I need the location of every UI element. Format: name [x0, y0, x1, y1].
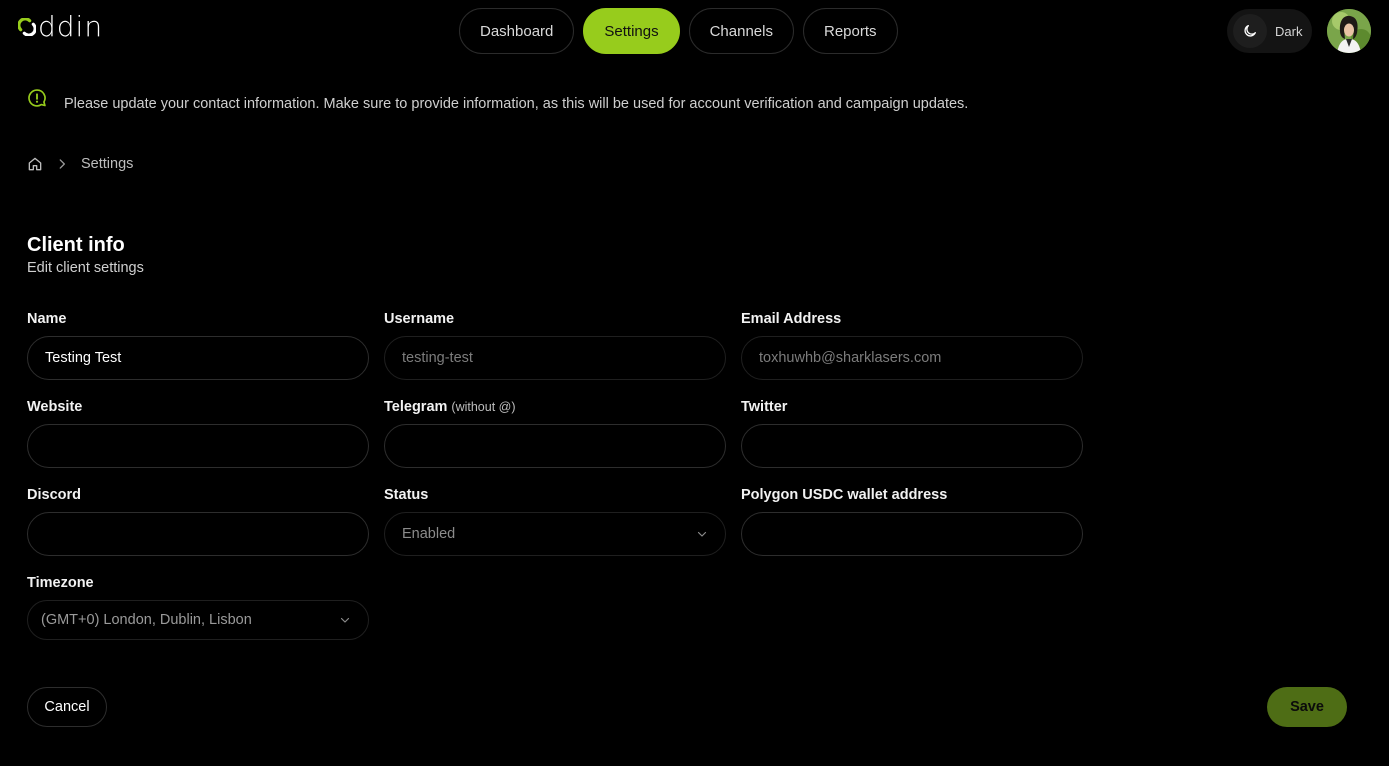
- website-input[interactable]: [27, 424, 369, 468]
- breadcrumb-current: Settings: [81, 156, 134, 172]
- status-field-group: Status Enabled: [384, 487, 726, 556]
- telegram-hint: (without @): [451, 400, 516, 414]
- tab-reports[interactable]: Reports: [802, 8, 898, 54]
- chevron-down-icon: [340, 617, 350, 623]
- timezone-field-group: Timezone (GMT+0) London, Dublin, Lisbon: [27, 575, 369, 640]
- main-nav: Dashboard Settings Channels Reports: [459, 8, 898, 54]
- timezone-label: Timezone: [27, 575, 369, 593]
- user-avatar-icon: [1327, 9, 1371, 53]
- username-label: Username: [384, 311, 726, 329]
- email-input[interactable]: toxhuwhb@sharklasers.com: [741, 336, 1083, 380]
- logo[interactable]: ddin: [18, 12, 103, 42]
- status-label-text: Status: [384, 487, 429, 503]
- username-field-group: Username testing-test: [384, 311, 726, 380]
- wallet-label: Polygon USDC wallet address: [741, 487, 1083, 505]
- name-label-text: Name: [27, 311, 67, 327]
- logo-text: ddin: [38, 10, 104, 43]
- discord-label-text: Discord: [27, 487, 81, 503]
- discord-field-group: Discord: [27, 487, 369, 556]
- page-subtitle: Edit client settings: [27, 260, 144, 276]
- status-select[interactable]: Enabled: [384, 512, 726, 556]
- website-field-group: Website: [27, 399, 369, 468]
- wallet-field-group: Polygon USDC wallet address: [741, 487, 1083, 556]
- website-label-text: Website: [27, 399, 83, 415]
- name-label: Name: [27, 311, 369, 329]
- home-icon[interactable]: [27, 156, 43, 172]
- moon-icon: [1233, 14, 1267, 48]
- save-button[interactable]: Save: [1267, 687, 1347, 727]
- twitter-label: Twitter: [741, 399, 1083, 417]
- chevron-right-icon: [59, 159, 65, 169]
- chevron-down-icon: [697, 531, 707, 537]
- timezone-label-text: Timezone: [27, 575, 94, 591]
- wallet-input[interactable]: [741, 512, 1083, 556]
- logo-mark-icon: [18, 18, 36, 36]
- telegram-field-group: Telegram (without @): [384, 399, 726, 468]
- discord-input[interactable]: [27, 512, 369, 556]
- status-label: Status: [384, 487, 726, 505]
- username-label-text: Username: [384, 311, 455, 327]
- telegram-label: Telegram (without @): [384, 399, 726, 417]
- avatar[interactable]: [1327, 9, 1371, 53]
- theme-toggle[interactable]: Dark: [1227, 9, 1312, 53]
- email-field-group: Email Address toxhuwhb@sharklasers.com: [741, 311, 1083, 380]
- alert-bubble-icon: [28, 89, 46, 107]
- website-label: Website: [27, 399, 369, 417]
- cancel-button[interactable]: Cancel: [27, 687, 107, 727]
- theme-label: Dark: [1275, 23, 1303, 39]
- page-title: Client info: [27, 234, 125, 256]
- telegram-input[interactable]: [384, 424, 726, 468]
- timezone-select[interactable]: (GMT+0) London, Dublin, Lisbon: [27, 600, 369, 640]
- breadcrumb: Settings: [27, 156, 133, 172]
- status-select-value: Enabled: [402, 526, 456, 542]
- tab-channels[interactable]: Channels: [688, 8, 794, 54]
- email-label: Email Address: [741, 311, 1083, 329]
- telegram-label-text: Telegram: [384, 399, 448, 415]
- username-input[interactable]: testing-test: [384, 336, 726, 380]
- tab-settings[interactable]: Settings: [583, 8, 680, 54]
- twitter-label-text: Twitter: [741, 399, 788, 415]
- email-label-text: Email Address: [741, 311, 842, 327]
- wallet-label-text: Polygon USDC wallet address: [741, 487, 948, 503]
- notice-text: Please update your contact information. …: [64, 96, 969, 112]
- timezone-select-value: (GMT+0) London, Dublin, Lisbon: [41, 612, 252, 628]
- tab-dashboard[interactable]: Dashboard: [459, 8, 575, 54]
- discord-label: Discord: [27, 487, 369, 505]
- twitter-field-group: Twitter: [741, 399, 1083, 468]
- name-input[interactable]: Testing Test: [27, 336, 369, 380]
- name-field-group: Name Testing Test: [27, 311, 369, 380]
- twitter-input[interactable]: [741, 424, 1083, 468]
- notice-banner: Please update your contact information. …: [27, 88, 968, 112]
